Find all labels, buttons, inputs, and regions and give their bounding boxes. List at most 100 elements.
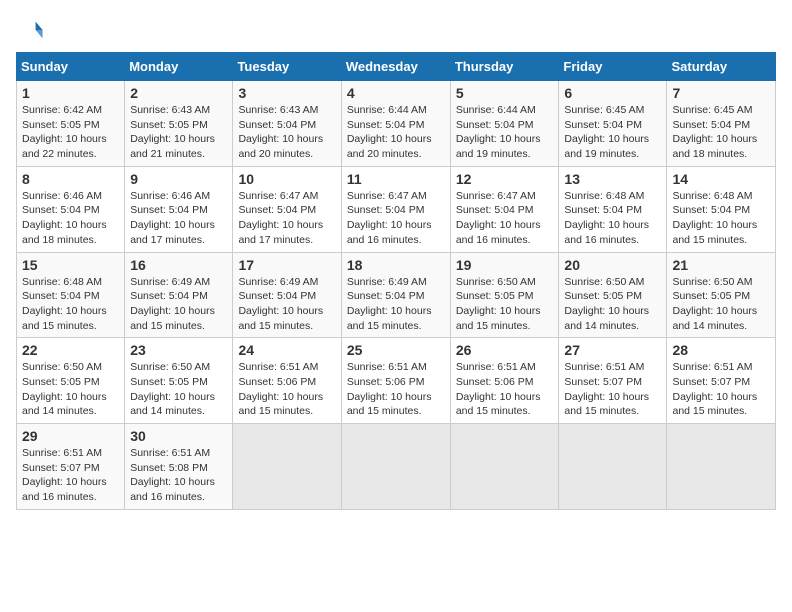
calendar-week-4: 22Sunrise: 6:50 AM Sunset: 5:05 PM Dayli… xyxy=(17,338,776,424)
day-info: Sunrise: 6:43 AM Sunset: 5:04 PM Dayligh… xyxy=(238,103,335,162)
day-info: Sunrise: 6:51 AM Sunset: 5:08 PM Dayligh… xyxy=(130,446,227,505)
calendar-cell: 27 Sunrise: 6:51 AM Sunset: 5:07 PM Dayli… xyxy=(559,338,667,424)
day-info: Sunrise: 6:47 AM Sunset: 5:04 PM Dayligh… xyxy=(238,189,335,248)
calendar-cell: 3 Sunrise: 6:43 AM Sunset: 5:04 PM Daylig… xyxy=(233,81,341,167)
calendar-header-tuesday: Tuesday xyxy=(233,53,341,81)
calendar: SundayMondayTuesdayWednesdayThursdayFrid… xyxy=(16,52,776,510)
day-number: 4 xyxy=(347,85,445,101)
calendar-header-wednesday: Wednesday xyxy=(341,53,450,81)
day-info: Sunrise: 6:43 AM Sunset: 5:05 PM Dayligh… xyxy=(130,103,227,162)
day-number: 15 xyxy=(22,257,119,273)
day-info: Sunrise: 6:49 AM Sunset: 5:04 PM Dayligh… xyxy=(347,275,445,334)
day-info: Sunrise: 6:51 AM Sunset: 5:06 PM Dayligh… xyxy=(238,360,335,419)
day-number: 8 xyxy=(22,171,119,187)
calendar-cell xyxy=(559,424,667,510)
calendar-cell: 29Sunrise: 6:51 AM Sunset: 5:07 PM Dayli… xyxy=(17,424,125,510)
calendar-cell: 19 Sunrise: 6:50 AM Sunset: 5:05 PM Dayli… xyxy=(450,252,559,338)
calendar-cell xyxy=(233,424,341,510)
day-number: 24 xyxy=(238,342,335,358)
day-number: 17 xyxy=(238,257,335,273)
calendar-cell: 12 Sunrise: 6:47 AM Sunset: 5:04 PM Dayli… xyxy=(450,166,559,252)
calendar-week-2: 8 Sunrise: 6:46 AM Sunset: 5:04 PM Daylig… xyxy=(17,166,776,252)
day-number: 3 xyxy=(238,85,335,101)
calendar-cell: 5 Sunrise: 6:44 AM Sunset: 5:04 PM Daylig… xyxy=(450,81,559,167)
day-info: Sunrise: 6:46 AM Sunset: 5:04 PM Dayligh… xyxy=(130,189,227,248)
day-number: 2 xyxy=(130,85,227,101)
calendar-cell xyxy=(450,424,559,510)
day-number: 26 xyxy=(456,342,554,358)
day-number: 10 xyxy=(238,171,335,187)
logo-icon xyxy=(16,16,44,44)
day-info: Sunrise: 6:44 AM Sunset: 5:04 PM Dayligh… xyxy=(456,103,554,162)
calendar-cell: 24 Sunrise: 6:51 AM Sunset: 5:06 PM Dayli… xyxy=(233,338,341,424)
day-number: 13 xyxy=(564,171,661,187)
day-number: 25 xyxy=(347,342,445,358)
day-number: 21 xyxy=(672,257,770,273)
day-info: Sunrise: 6:45 AM Sunset: 5:04 PM Dayligh… xyxy=(672,103,770,162)
day-number: 30 xyxy=(130,428,227,444)
calendar-cell: 25Sunrise: 6:51 AM Sunset: 5:06 PM Dayli… xyxy=(341,338,450,424)
calendar-week-3: 15Sunrise: 6:48 AM Sunset: 5:04 PM Dayli… xyxy=(17,252,776,338)
day-info: Sunrise: 6:45 AM Sunset: 5:04 PM Dayligh… xyxy=(564,103,661,162)
day-number: 9 xyxy=(130,171,227,187)
day-info: Sunrise: 6:48 AM Sunset: 5:04 PM Dayligh… xyxy=(672,189,770,248)
day-info: Sunrise: 6:48 AM Sunset: 5:04 PM Dayligh… xyxy=(564,189,661,248)
day-info: Sunrise: 6:51 AM Sunset: 5:06 PM Dayligh… xyxy=(456,360,554,419)
day-number: 7 xyxy=(672,85,770,101)
day-number: 5 xyxy=(456,85,554,101)
day-info: Sunrise: 6:47 AM Sunset: 5:04 PM Dayligh… xyxy=(347,189,445,248)
day-number: 1 xyxy=(22,85,119,101)
calendar-header-sunday: Sunday xyxy=(17,53,125,81)
calendar-cell: 17 Sunrise: 6:49 AM Sunset: 5:04 PM Dayli… xyxy=(233,252,341,338)
calendar-cell: 21 Sunrise: 6:50 AM Sunset: 5:05 PM Dayli… xyxy=(667,252,776,338)
calendar-week-5: 29Sunrise: 6:51 AM Sunset: 5:07 PM Dayli… xyxy=(17,424,776,510)
day-number: 14 xyxy=(672,171,770,187)
header xyxy=(16,16,776,44)
calendar-cell: 6Sunrise: 6:45 AM Sunset: 5:04 PM Daylig… xyxy=(559,81,667,167)
day-info: Sunrise: 6:50 AM Sunset: 5:05 PM Dayligh… xyxy=(672,275,770,334)
day-info: Sunrise: 6:51 AM Sunset: 5:07 PM Dayligh… xyxy=(672,360,770,419)
calendar-cell: 18 Sunrise: 6:49 AM Sunset: 5:04 PM Dayli… xyxy=(341,252,450,338)
calendar-cell: 13 Sunrise: 6:48 AM Sunset: 5:04 PM Dayli… xyxy=(559,166,667,252)
day-info: Sunrise: 6:50 AM Sunset: 5:05 PM Dayligh… xyxy=(22,360,119,419)
calendar-header-saturday: Saturday xyxy=(667,53,776,81)
calendar-cell: 26 Sunrise: 6:51 AM Sunset: 5:06 PM Dayli… xyxy=(450,338,559,424)
day-info: Sunrise: 6:50 AM Sunset: 5:05 PM Dayligh… xyxy=(564,275,661,334)
logo xyxy=(16,16,48,44)
calendar-cell: 30 Sunrise: 6:51 AM Sunset: 5:08 PM Dayli… xyxy=(125,424,233,510)
day-info: Sunrise: 6:44 AM Sunset: 5:04 PM Dayligh… xyxy=(347,103,445,162)
calendar-cell: 23 Sunrise: 6:50 AM Sunset: 5:05 PM Dayli… xyxy=(125,338,233,424)
day-number: 18 xyxy=(347,257,445,273)
day-info: Sunrise: 6:51 AM Sunset: 5:07 PM Dayligh… xyxy=(564,360,661,419)
day-number: 29 xyxy=(22,428,119,444)
calendar-cell: 20 Sunrise: 6:50 AM Sunset: 5:05 PM Dayli… xyxy=(559,252,667,338)
day-number: 12 xyxy=(456,171,554,187)
day-number: 23 xyxy=(130,342,227,358)
day-number: 27 xyxy=(564,342,661,358)
day-info: Sunrise: 6:46 AM Sunset: 5:04 PM Dayligh… xyxy=(22,189,119,248)
day-info: Sunrise: 6:50 AM Sunset: 5:05 PM Dayligh… xyxy=(456,275,554,334)
day-info: Sunrise: 6:49 AM Sunset: 5:04 PM Dayligh… xyxy=(130,275,227,334)
calendar-cell: 9 Sunrise: 6:46 AM Sunset: 5:04 PM Daylig… xyxy=(125,166,233,252)
calendar-week-1: 1Sunrise: 6:42 AM Sunset: 5:05 PM Daylig… xyxy=(17,81,776,167)
calendar-cell: 2 Sunrise: 6:43 AM Sunset: 5:05 PM Daylig… xyxy=(125,81,233,167)
calendar-cell: 8 Sunrise: 6:46 AM Sunset: 5:04 PM Daylig… xyxy=(17,166,125,252)
calendar-cell: 14 Sunrise: 6:48 AM Sunset: 5:04 PM Dayli… xyxy=(667,166,776,252)
calendar-cell: 22Sunrise: 6:50 AM Sunset: 5:05 PM Dayli… xyxy=(17,338,125,424)
day-number: 19 xyxy=(456,257,554,273)
day-number: 11 xyxy=(347,171,445,187)
calendar-header-friday: Friday xyxy=(559,53,667,81)
calendar-header-monday: Monday xyxy=(125,53,233,81)
day-info: Sunrise: 6:49 AM Sunset: 5:04 PM Dayligh… xyxy=(238,275,335,334)
day-number: 20 xyxy=(564,257,661,273)
day-info: Sunrise: 6:50 AM Sunset: 5:05 PM Dayligh… xyxy=(130,360,227,419)
calendar-header-row: SundayMondayTuesdayWednesdayThursdayFrid… xyxy=(17,53,776,81)
calendar-cell: 10 Sunrise: 6:47 AM Sunset: 5:04 PM Dayli… xyxy=(233,166,341,252)
calendar-cell xyxy=(341,424,450,510)
calendar-body: 1Sunrise: 6:42 AM Sunset: 5:05 PM Daylig… xyxy=(17,81,776,510)
day-info: Sunrise: 6:47 AM Sunset: 5:04 PM Dayligh… xyxy=(456,189,554,248)
calendar-header-thursday: Thursday xyxy=(450,53,559,81)
calendar-cell: 15Sunrise: 6:48 AM Sunset: 5:04 PM Dayli… xyxy=(17,252,125,338)
calendar-cell: 28Sunrise: 6:51 AM Sunset: 5:07 PM Dayli… xyxy=(667,338,776,424)
calendar-cell: 1Sunrise: 6:42 AM Sunset: 5:05 PM Daylig… xyxy=(17,81,125,167)
